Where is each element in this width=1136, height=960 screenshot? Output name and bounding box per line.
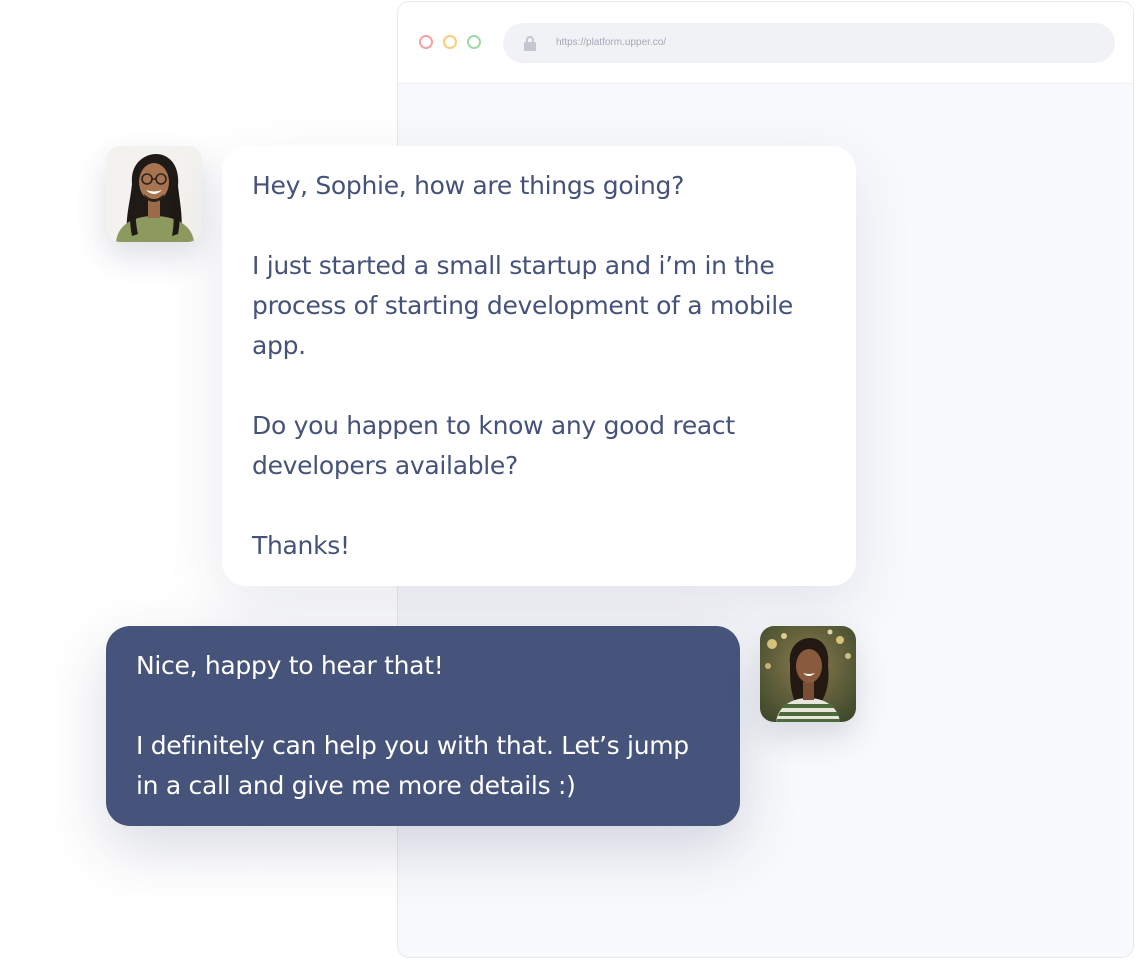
minimize-window-button[interactable] — [443, 35, 457, 49]
outgoing-message-paragraph: Nice, happy to hear that! — [136, 651, 444, 680]
incoming-message-paragraph: Thanks! — [252, 531, 350, 560]
incoming-message-paragraph: Hey, Sophie, how are things going? — [252, 171, 685, 200]
address-bar-url: https://platform.upper.co/ — [556, 37, 667, 48]
recipient-avatar-photo — [760, 626, 856, 722]
outgoing-message-bubble: Nice, happy to hear that! I definitely c… — [106, 626, 740, 826]
close-window-button[interactable] — [419, 35, 433, 49]
outgoing-message-paragraph: I definitely can help you with that. Let… — [136, 731, 689, 800]
incoming-message-paragraph: Do you happen to know any good react dev… — [252, 411, 735, 480]
sender-avatar — [106, 146, 202, 242]
lock-icon — [524, 36, 536, 51]
address-bar[interactable]: https://platform.upper.co/ — [503, 23, 1115, 63]
browser-toolbar: https://platform.upper.co/ — [398, 2, 1133, 84]
incoming-message-paragraph: I just started a small startup and i’m i… — [252, 251, 793, 360]
recipient-avatar — [760, 626, 856, 722]
incoming-message-bubble: Hey, Sophie, how are things going? I jus… — [222, 146, 856, 586]
sender-avatar-photo — [106, 146, 202, 242]
maximize-window-button[interactable] — [467, 35, 481, 49]
